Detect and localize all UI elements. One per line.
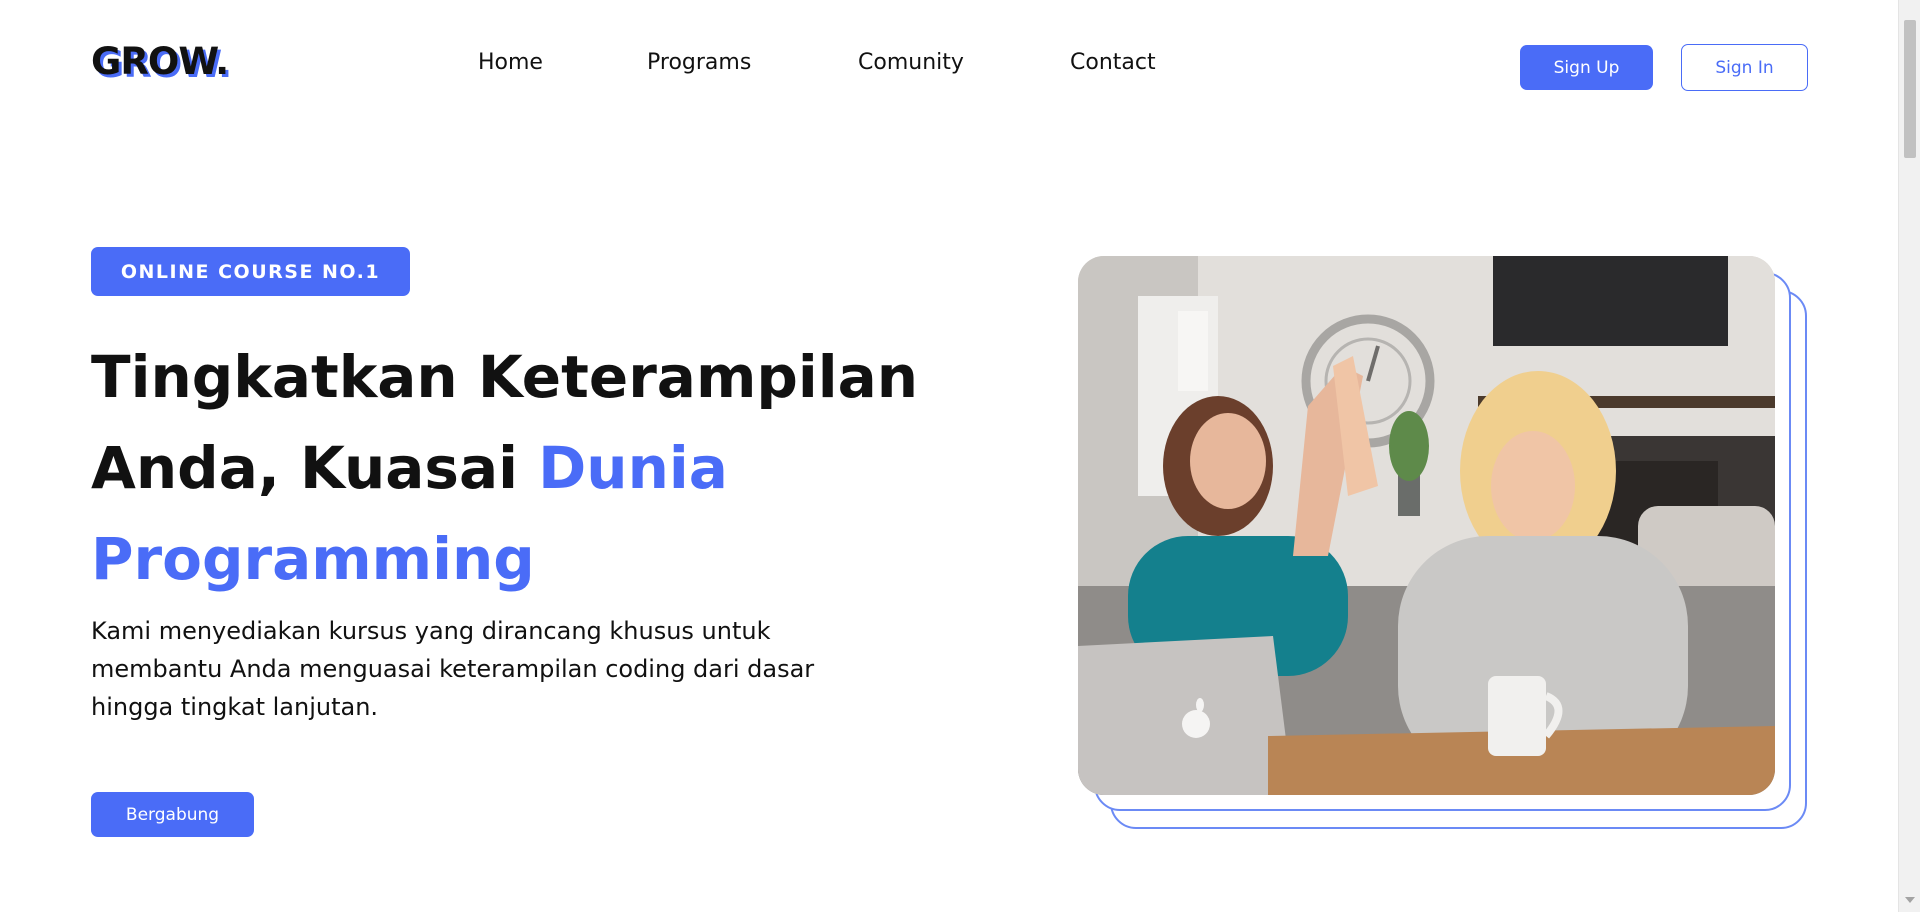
join-button[interactable]: Bergabung: [91, 792, 254, 837]
description-line-1: Kami menyediakan kursus yang dirancang k…: [91, 617, 771, 645]
description-line-2: membantu Anda menguasai keterampilan cod…: [91, 655, 815, 683]
sign-in-button[interactable]: Sign In: [1681, 44, 1808, 91]
headline-line-1: Tingkatkan Keterampilan: [91, 343, 919, 411]
sign-up-button[interactable]: Sign Up: [1520, 45, 1653, 90]
scrollbar-thumb[interactable]: [1904, 20, 1916, 158]
hero-photo-illustration: [1078, 256, 1775, 795]
nav-comunity[interactable]: Comunity: [858, 50, 1018, 75]
landing-page: GROW. Home Programs Comunity Contact Sig…: [0, 0, 1920, 912]
site-logo[interactable]: GROW.: [91, 40, 229, 83]
nav-contact[interactable]: Contact: [1070, 50, 1200, 75]
hero-badge: ONLINE COURSE NO.1: [91, 247, 410, 296]
headline-plain-text: Anda, Kuasai: [91, 434, 539, 502]
description-line-3: hingga tingkat lanjutan.: [91, 693, 379, 721]
nav-programs[interactable]: Programs: [647, 50, 787, 75]
hero-photo: [1078, 256, 1775, 795]
scroll-down-icon[interactable]: [1905, 897, 1915, 903]
hero-description: Kami menyediakan kursus yang dirancang k…: [91, 612, 891, 726]
page-scrollbar[interactable]: [1898, 0, 1920, 912]
nav-home[interactable]: Home: [478, 50, 578, 75]
headline-line-2: Anda, Kuasai Dunia: [91, 423, 911, 514]
headline-accent-programming: Programming: [91, 525, 535, 593]
hero-headline: Tingkatkan Keterampilan Anda, Kuasai Dun…: [91, 332, 919, 605]
headline-accent-dunia: Dunia: [538, 434, 728, 502]
